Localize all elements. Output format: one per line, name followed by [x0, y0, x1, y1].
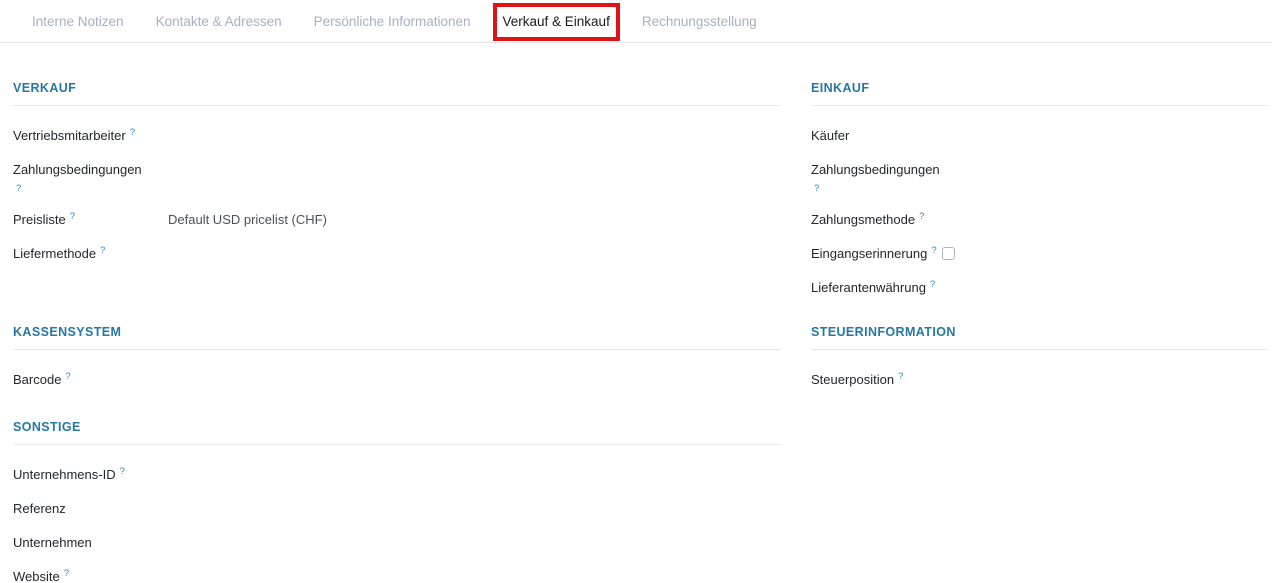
kaeufer-label: Käufer: [811, 128, 849, 143]
kaeufer-value[interactable]: [966, 126, 1268, 146]
help-icon[interactable]: ?: [64, 568, 69, 579]
section-steuerinformation-title: STEUERINFORMATION: [811, 319, 1268, 350]
tab-persoenliche-informationen[interactable]: Persönliche Informationen: [298, 0, 487, 42]
steuerposition-label: Steuerposition: [811, 372, 894, 387]
lieferantenwaehrung-label: Lieferantenwährung: [811, 280, 926, 295]
field-row-kaeufer: Käufer: [811, 126, 1268, 146]
section-verkauf: VERKAUF Vertriebsmitarbeiter? Zahlungsbe…: [13, 75, 781, 319]
eingangserinnerung-label: Eingangserinnerung: [811, 246, 927, 261]
tab-verkauf-einkauf[interactable]: Verkauf & Einkauf: [487, 0, 626, 42]
field-row-liefermethode: Liefermethode?: [13, 244, 781, 264]
field-row-zahlungsbedingungen-einkauf: Zahlungsbedingungen?: [811, 160, 1268, 196]
help-icon[interactable]: ?: [898, 371, 903, 382]
section-steuerinformation: STEUERINFORMATION Steuerposition?: [811, 319, 1268, 404]
section-einkauf: EINKAUF Käufer Zahlungsbedingungen?: [811, 75, 1268, 319]
barcode-value[interactable]: [168, 370, 781, 390]
section-sonstige-title: SONSTIGE: [13, 414, 781, 445]
section-verkauf-title: VERKAUF: [13, 75, 781, 106]
zahlungsbedingungen-einkauf-value[interactable]: [966, 160, 1268, 180]
lieferantenwaehrung-value[interactable]: [940, 278, 1268, 298]
tab-verkauf-einkauf-label: Verkauf & Einkauf: [503, 14, 610, 29]
notebook-tabbar: Interne Notizen Kontakte & Adressen Pers…: [0, 0, 1272, 43]
website-value[interactable]: [168, 567, 781, 583]
vertriebsmitarbeiter-label: Vertriebsmitarbeiter: [13, 128, 126, 143]
unternehmens-id-label: Unternehmens-ID: [13, 467, 116, 482]
help-icon[interactable]: ?: [70, 211, 75, 222]
zahlungsbedingungen-value[interactable]: [168, 160, 781, 180]
website-label: Website: [13, 569, 60, 583]
tab-interne-notizen[interactable]: Interne Notizen: [16, 0, 140, 42]
field-row-preisliste: Preisliste? Default USD pricelist (CHF): [13, 210, 781, 230]
section-einkauf-title: EINKAUF: [811, 75, 1268, 106]
liefermethode-value[interactable]: [168, 244, 781, 264]
unternehmens-id-value[interactable]: [130, 465, 781, 485]
zahlungsbedingungen-label: Zahlungsbedingungen: [13, 162, 142, 177]
section-kassensystem: KASSENSYSTEM Barcode?: [13, 319, 781, 414]
help-icon[interactable]: ?: [930, 279, 935, 290]
help-icon[interactable]: ?: [100, 245, 105, 256]
field-row-unternehmen: Unternehmen: [13, 533, 781, 553]
unternehmen-label: Unternehmen: [13, 535, 92, 550]
field-row-lieferantenwaehrung: Lieferantenwährung?: [811, 278, 1268, 298]
verkauf-einkauf-tab-content: VERKAUF Vertriebsmitarbeiter? Zahlungsbe…: [0, 43, 1272, 583]
column-gap: [781, 43, 811, 583]
zahlungsmethode-label: Zahlungsmethode: [811, 212, 915, 227]
help-icon[interactable]: ?: [814, 182, 961, 196]
preisliste-value[interactable]: Default USD pricelist (CHF): [168, 210, 781, 230]
unternehmen-value[interactable]: [168, 533, 781, 553]
referenz-label: Referenz: [13, 501, 66, 516]
tab-rechnungsstellung[interactable]: Rechnungsstellung: [626, 0, 773, 42]
eingangserinnerung-checkbox[interactable]: [942, 247, 955, 260]
help-icon[interactable]: ?: [16, 182, 163, 196]
field-row-eingangserinnerung: Eingangserinnerung?: [811, 244, 1268, 264]
preisliste-label: Preisliste: [13, 212, 66, 227]
left-column: VERKAUF Vertriebsmitarbeiter? Zahlungsbe…: [13, 43, 781, 583]
field-row-unternehmens-id: Unternehmens-ID?: [13, 465, 781, 485]
zahlungsmethode-value[interactable]: [966, 210, 1268, 230]
field-row-vertriebsmitarbeiter: Vertriebsmitarbeiter?: [13, 126, 781, 146]
field-row-steuerposition: Steuerposition?: [811, 370, 1268, 390]
liefermethode-label: Liefermethode: [13, 246, 96, 261]
field-row-website: Website?: [13, 567, 781, 583]
steuerposition-value[interactable]: [966, 370, 1268, 390]
field-row-zahlungsmethode: Zahlungsmethode?: [811, 210, 1268, 230]
section-sonstige: SONSTIGE Unternehmens-ID? Referenz: [13, 414, 781, 583]
help-icon[interactable]: ?: [931, 245, 936, 256]
field-row-referenz: Referenz: [13, 499, 781, 519]
help-icon[interactable]: ?: [130, 127, 135, 138]
zahlungsbedingungen-einkauf-label: Zahlungsbedingungen: [811, 162, 940, 177]
section-kassensystem-title: KASSENSYSTEM: [13, 319, 781, 350]
field-row-barcode: Barcode?: [13, 370, 781, 390]
barcode-label: Barcode: [13, 372, 61, 387]
field-row-zahlungsbedingungen: Zahlungsbedingungen?: [13, 160, 781, 196]
help-icon[interactable]: ?: [120, 466, 125, 477]
vertriebsmitarbeiter-value[interactable]: [168, 126, 781, 146]
help-icon[interactable]: ?: [919, 211, 924, 222]
referenz-value[interactable]: [168, 499, 781, 519]
tab-kontakte-adressen[interactable]: Kontakte & Adressen: [140, 0, 298, 42]
help-icon[interactable]: ?: [65, 371, 70, 382]
right-column: EINKAUF Käufer Zahlungsbedingungen?: [811, 43, 1268, 583]
